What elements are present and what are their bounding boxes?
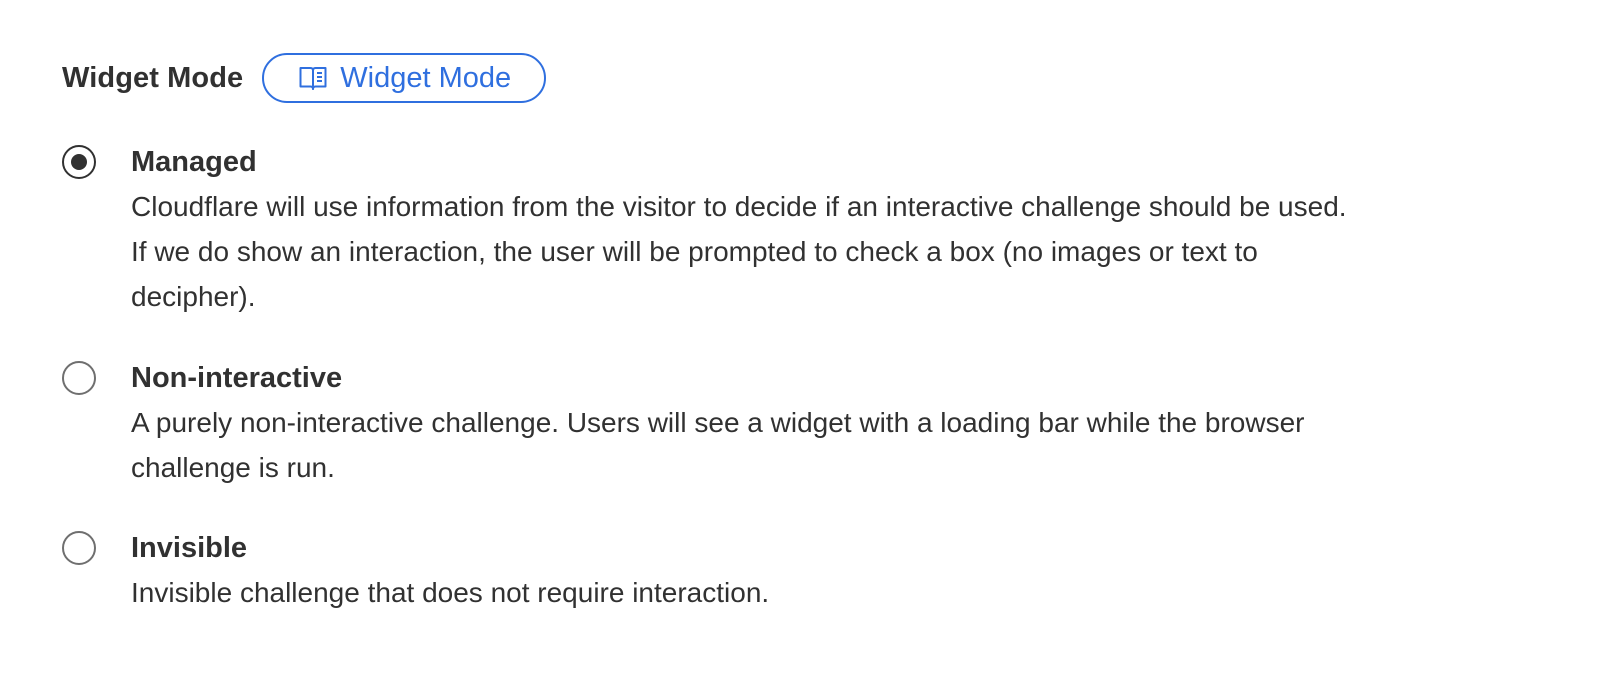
section-title: Widget Mode xyxy=(62,61,244,94)
description-line: Invisible challenge that does not requir… xyxy=(131,577,770,608)
radio-managed[interactable] xyxy=(62,145,96,179)
description-line: A purely non-interactive challenge. User… xyxy=(131,407,1305,438)
option-managed-text: Managed Cloudflare will use information … xyxy=(131,142,1531,319)
description-line: challenge is run. xyxy=(131,452,335,483)
option-description: Invisible challenge that does not requir… xyxy=(131,570,1531,615)
widget-mode-docs-button[interactable]: Widget Mode xyxy=(262,53,547,103)
option-invisible-text: Invisible Invisible challenge that does … xyxy=(131,528,1531,615)
option-non-interactive-text: Non-interactive A purely non-interactive… xyxy=(131,358,1531,490)
option-description: A purely non-interactive challenge. User… xyxy=(131,400,1531,490)
option-description: Cloudflare will use information from the… xyxy=(131,184,1531,319)
description-line: If we do show an interaction, the user w… xyxy=(131,236,1258,267)
section-header: Widget Mode Widget Mode xyxy=(62,51,547,105)
description-line: decipher). xyxy=(131,281,256,312)
book-icon xyxy=(299,67,327,90)
radio-invisible[interactable] xyxy=(62,531,96,565)
option-label: Invisible xyxy=(131,532,248,564)
option-label: Non-interactive xyxy=(131,362,343,394)
docs-button-label: Widget Mode xyxy=(340,61,512,94)
radio-non-interactive[interactable] xyxy=(62,361,96,395)
option-label: Managed xyxy=(131,146,257,178)
description-line: Cloudflare will use information from the… xyxy=(131,191,1347,222)
